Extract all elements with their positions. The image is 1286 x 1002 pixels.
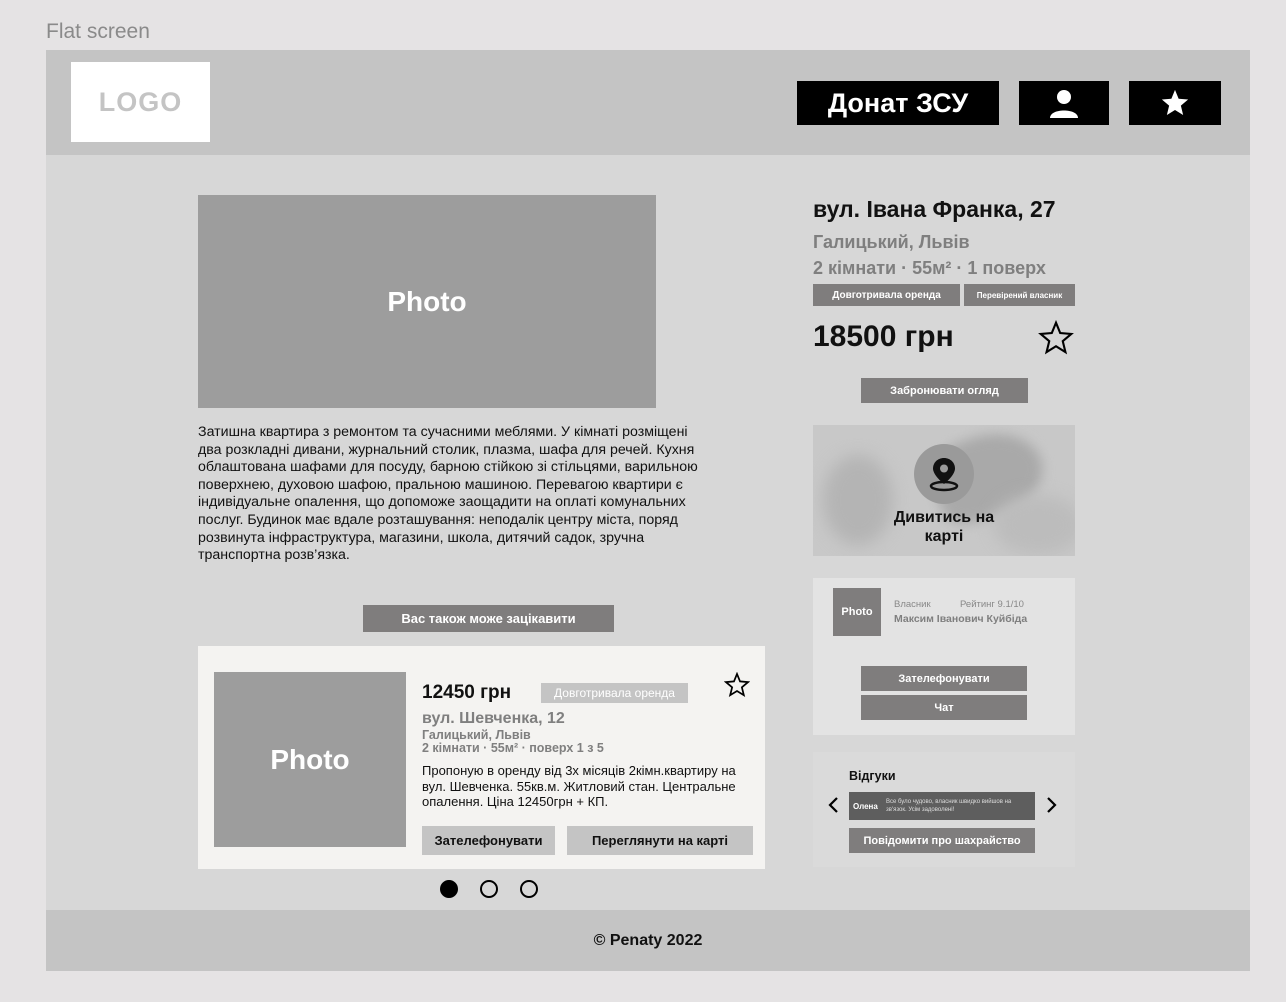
user-icon: [1050, 90, 1078, 118]
suggested-price: 12450 грн: [422, 682, 512, 703]
suggested-district: Галицький, Львів: [422, 728, 531, 742]
listing-price: 18500 грн: [813, 320, 954, 353]
favorites-button[interactable]: [1129, 81, 1221, 125]
listing-description: Затишна квартира з ремонтом та сучасними…: [198, 424, 698, 564]
rent-type-tag: Довготривала оренда: [813, 284, 960, 306]
chevron-left-icon[interactable]: [826, 795, 842, 815]
view-on-map-label[interactable]: Дивитись на карті: [879, 508, 1009, 546]
listing-meta: 2 кімнати · 55м² · 1 поверх: [813, 258, 1046, 278]
review-item: Олена Все було чудово, власник швидко ви…: [849, 792, 1035, 820]
footer: © Penaty 2022: [46, 910, 1250, 971]
listing-district: Галицький, Львів: [813, 232, 970, 252]
report-fraud-button[interactable]: Повідомити про шахрайство: [849, 828, 1035, 853]
suggested-photo-label: Photo: [270, 743, 350, 775]
copyright: © Penaty 2022: [593, 931, 703, 949]
also-interested-button[interactable]: Вас також може зацікавити: [363, 605, 614, 632]
pagination-dot-1[interactable]: [440, 880, 458, 898]
chat-button[interactable]: Чат: [861, 695, 1027, 720]
owner-name: Максим Іванович Куйбіда: [894, 613, 1028, 625]
star-icon: [1161, 89, 1189, 115]
owner-rating: Рейтинг 9.1/10: [960, 599, 1024, 610]
star-outline-icon[interactable]: [724, 672, 750, 698]
call-owner-button[interactable]: Зателефонувати: [861, 666, 1027, 691]
review-author: Олена: [853, 802, 878, 811]
reviews-title: Відгуки: [849, 769, 896, 783]
location-pin-icon: [929, 458, 959, 492]
verified-owner-tag: Перевірений власник: [964, 284, 1075, 306]
review-text: Все було чудово, власник швидко вийшов н…: [886, 799, 1012, 813]
suggested-call-button[interactable]: Зателефонувати: [422, 826, 555, 855]
map-pin-button[interactable]: [914, 444, 974, 504]
listing-photo[interactable]: Photo: [198, 195, 656, 408]
pagination-dot-2[interactable]: [480, 880, 498, 898]
owner-role: Власник: [894, 599, 931, 610]
logo[interactable]: LOGO: [71, 62, 210, 142]
book-viewing-button[interactable]: Забронювати огляд: [861, 378, 1028, 403]
listing-address: вул. Івана Франка, 27: [813, 196, 1056, 222]
suggested-map-button[interactable]: Переглянути на карті: [567, 826, 753, 855]
donate-button[interactable]: Донат ЗСУ: [797, 81, 999, 125]
suggested-listing-card[interactable]: Photo 12450 грн Довготривала оренда вул.…: [198, 646, 765, 869]
suggested-rent-tag: Довготривала оренда: [541, 683, 688, 703]
profile-button[interactable]: [1019, 81, 1109, 125]
owner-avatar: Photo: [833, 588, 881, 636]
suggested-description: Пропоную в оренду від 3х місяців 2кімн.к…: [422, 763, 736, 809]
chevron-right-icon[interactable]: [1043, 795, 1059, 815]
pagination-dot-3[interactable]: [520, 880, 538, 898]
frame-label: Flat screen: [46, 20, 150, 43]
page-frame: LOGO Донат ЗСУ Photo Затишна квартира з …: [46, 50, 1250, 971]
owner-panel: Photo Власник Рейтинг 9.1/10 Максим Іван…: [813, 578, 1075, 735]
header: LOGO Донат ЗСУ: [46, 50, 1250, 155]
suggested-street: вул. Шевченка, 12: [422, 710, 565, 727]
owner-photo-label: Photo: [841, 606, 873, 618]
suggested-listing-photo[interactable]: Photo: [214, 672, 406, 847]
listing-photo-label: Photo: [387, 285, 467, 317]
reviews-panel: Відгуки Олена Все було чудово, власник ш…: [813, 752, 1075, 867]
suggested-meta: 2 кімнати · 55м² · поверх 1 з 5: [422, 741, 604, 755]
star-outline-icon[interactable]: [1038, 320, 1074, 356]
